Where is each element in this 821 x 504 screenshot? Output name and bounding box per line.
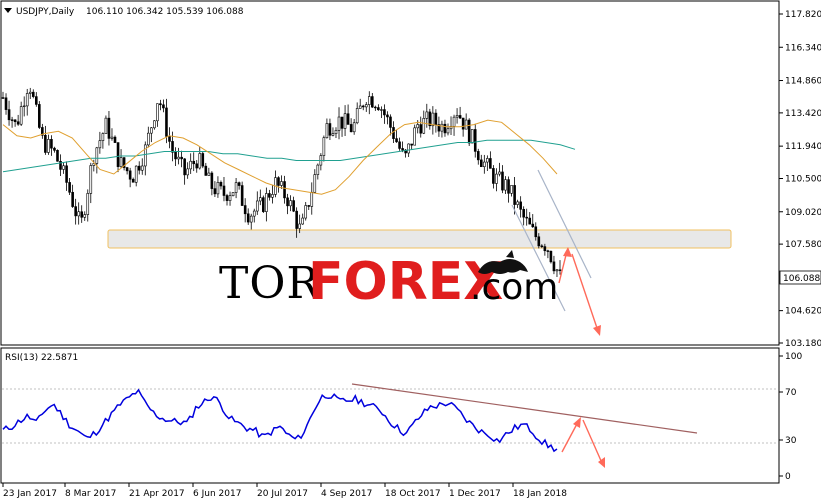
symbol-timeframe-label: USDJPY,Daily: [16, 7, 75, 17]
rsi-axis: 100 70 30 0: [779, 352, 802, 482]
price-tick-label: 114.860: [785, 77, 821, 87]
time-tick-label: 23 Jan 2017: [3, 489, 57, 499]
price-tick-label: 103.180: [785, 339, 821, 349]
price-tick-label: 113.420: [785, 109, 821, 119]
price-tick-label: 109.020: [785, 208, 821, 218]
price-tick-label: 111.940: [785, 142, 821, 152]
rsi-tick-label: 0: [785, 472, 791, 482]
support-zone: [107, 229, 732, 249]
price-tick-label: 110.500: [785, 175, 821, 185]
price-tick-label: 116.340: [785, 43, 821, 53]
time-tick-label: 1 Dec 2017: [449, 489, 501, 499]
candle: [201, 151, 205, 169]
rsi-tick-label: 30: [785, 436, 797, 446]
candle: [231, 192, 235, 197]
watermark-tor: TOR: [219, 258, 321, 309]
chart-canvas: USDJPY,Daily 106.110 106.342 105.539 106…: [0, 0, 821, 499]
candle: [467, 118, 471, 147]
rsi-tick-label: 70: [785, 388, 797, 398]
candle: [470, 129, 474, 144]
torforex-watermark: TOR FOREX .com: [219, 250, 558, 312]
time-axis: 23 Jan 2017 8 Mar 2017 21 Apr 2017 6 Jun 20…: [2, 483, 567, 499]
candle: [413, 124, 416, 146]
price-tick-label: 107.580: [785, 240, 821, 250]
time-tick-label: 18 Oct 2017: [385, 489, 441, 499]
candle: [38, 101, 41, 130]
time-tick-label: 4 Sep 2017: [321, 489, 372, 499]
candle: [104, 115, 108, 134]
price-tick-label: 104.620: [785, 307, 821, 317]
rsi-tick-label: 100: [785, 352, 802, 362]
price-tick-label: 117.820: [785, 10, 821, 20]
candle: [262, 195, 265, 213]
candle: [56, 149, 59, 162]
rsi-panel: [0, 347, 780, 484]
current-price-label: 106.088: [783, 274, 820, 284]
time-tick-label: 8 Mar 2017: [65, 489, 116, 499]
ohlc-values: 106.110 106.342 105.539 106.088: [86, 7, 244, 17]
current-price-tag: 106.088: [779, 270, 821, 285]
rsi-label: RSI(13) 22.5871: [5, 353, 78, 363]
price-axis: 117.820 116.340 114.860 113.420 111.940 110.5…: [779, 10, 821, 349]
time-tick-label: 18 Jan 2018: [513, 489, 567, 499]
candle: [549, 250, 553, 264]
time-tick-label: 20 Jul 2017: [257, 489, 308, 499]
time-tick-label: 21 Apr 2017: [129, 489, 185, 499]
time-tick-label: 6 Jun 2017: [193, 489, 241, 499]
chart-header: USDJPY,Daily 106.110 106.342 105.539 106…: [4, 7, 244, 17]
